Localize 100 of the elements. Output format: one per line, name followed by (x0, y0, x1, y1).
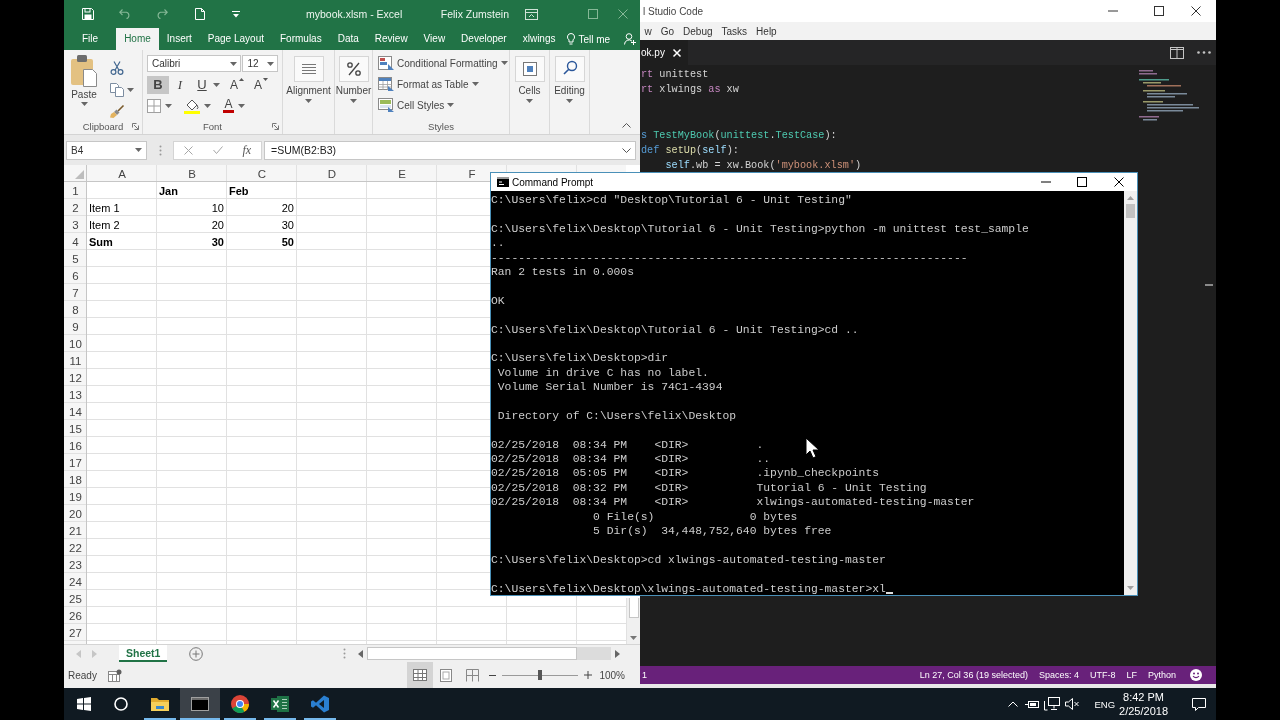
split-editor-icon[interactable] (1170, 46, 1184, 59)
row-header[interactable]: 16 (69, 439, 82, 452)
font-color-button[interactable]: A (223, 98, 234, 113)
input-language[interactable]: ENG (1094, 698, 1116, 710)
scroll-down-arrow-icon[interactable] (630, 636, 637, 640)
view-button[interactable] (407, 662, 434, 688)
styles-menu-button[interactable]: Format as Table (378, 76, 509, 92)
row-header[interactable]: 15 (69, 422, 82, 435)
save-icon[interactable] (82, 8, 94, 20)
row-header[interactable]: 3 (72, 218, 79, 231)
network-icon[interactable] (1044, 697, 1061, 711)
minus-icon[interactable] (489, 673, 497, 677)
row-header[interactable]: 9 (72, 320, 79, 333)
paste-button[interactable]: Paste (64, 54, 104, 118)
shrink-font-button[interactable]: A (254, 76, 269, 93)
status-bar-item[interactable]: LF (1126, 670, 1137, 680)
row-header[interactable]: 14 (69, 405, 82, 418)
add-person-icon[interactable] (624, 33, 636, 45)
caret-icon[interactable] (232, 10, 240, 18)
row-header[interactable]: 23 (69, 558, 82, 571)
row-header[interactable]: 6 (72, 269, 79, 282)
column-header[interactable]: E (398, 167, 406, 180)
row-header[interactable]: 26 (69, 609, 82, 622)
cells-button[interactable]: Cells (510, 54, 549, 134)
row-header[interactable]: 18 (69, 473, 82, 486)
name-box[interactable]: B4 (66, 140, 147, 160)
battery-icon[interactable] (1025, 699, 1040, 709)
column-header[interactable]: B (188, 167, 196, 180)
ribbon-display-icon[interactable] (525, 8, 538, 20)
row-header[interactable]: 12 (69, 371, 82, 384)
font-size-dropdown[interactable]: 12 (242, 55, 278, 72)
ribbon-tab[interactable]: File (74, 28, 107, 50)
vertical-dots-icon[interactable] (343, 648, 347, 659)
row-header[interactable]: 22 (69, 541, 82, 554)
scrollbar-thumb[interactable] (628, 598, 639, 618)
ribbon-tab[interactable]: Developer (453, 28, 515, 50)
row-header[interactable]: 1 (72, 184, 79, 197)
row-header[interactable]: 25 (69, 592, 82, 605)
clock-time[interactable]: 8:42 PM (1123, 690, 1164, 704)
redo-icon[interactable] (156, 9, 168, 19)
alignment-button[interactable]: Alignment (283, 54, 334, 134)
document-icon[interactable] (195, 8, 205, 20)
maximize-icon[interactable] (1154, 6, 1164, 16)
number-format-button[interactable]: Number (335, 54, 372, 134)
status-bar-item[interactable]: Ln 27, Col 36 (19 selected) (919, 670, 1028, 680)
vertical-scrollbar[interactable] (626, 598, 640, 644)
smiley-icon[interactable] (1190, 669, 1202, 681)
ribbon-tab[interactable]: View (415, 28, 454, 50)
launcher-icon[interactable] (132, 122, 139, 130)
row-header[interactable]: 27 (69, 626, 82, 639)
column-header[interactable]: A (118, 167, 126, 180)
scroll-right-arrow-icon[interactable] (615, 649, 620, 658)
check-icon[interactable] (212, 146, 223, 154)
ribbon-tab[interactable]: Data (329, 28, 367, 50)
copy-icon[interactable] (110, 83, 124, 97)
ring-icon[interactable] (114, 697, 128, 711)
notification-icon[interactable] (1192, 697, 1206, 711)
close-icon[interactable] (1191, 6, 1201, 16)
row-header[interactable]: 17 (69, 456, 82, 469)
maximize-icon[interactable] (1077, 177, 1087, 187)
menu-item[interactable]: Go (656, 25, 679, 37)
scroll-left-arrow-icon[interactable] (358, 649, 364, 658)
vertical-scrollbar[interactable] (1124, 191, 1137, 595)
zoom-level[interactable]: 100% (599, 669, 625, 681)
taskbar-button[interactable] (180, 688, 220, 720)
status-bar-item[interactable]: Spaces: 4 (1038, 670, 1079, 680)
row-header[interactable]: 11 (69, 354, 82, 367)
undo-icon[interactable] (119, 9, 131, 19)
status-bar-item[interactable]: 1 (642, 670, 647, 680)
chevron-up-icon[interactable] (622, 123, 631, 128)
font-style-button[interactable]: B (147, 75, 169, 94)
fill-bucket-icon[interactable] (184, 97, 200, 114)
clock-date[interactable]: 2/25/2018 (1119, 704, 1168, 718)
column-header[interactable]: F (468, 167, 476, 180)
column-header[interactable]: D (327, 167, 337, 180)
macro-record-icon[interactable] (107, 668, 122, 682)
close-icon[interactable] (1114, 177, 1124, 187)
editing-button[interactable]: Editing (550, 54, 589, 134)
row-header[interactable]: 19 (69, 490, 82, 503)
row-header[interactable]: 24 (69, 575, 82, 588)
ribbon-tab[interactable]: Formulas (272, 28, 330, 50)
menu-item[interactable]: Help (751, 25, 782, 37)
row-header[interactable]: 21 (69, 524, 82, 537)
font-name-dropdown[interactable]: Calibri (147, 55, 242, 72)
volume-muted-icon[interactable] (1065, 698, 1080, 710)
scrollbar-thumb[interactable] (1126, 204, 1135, 218)
insert-function-button[interactable]: fx (242, 142, 252, 158)
font-style-button[interactable]: U (191, 75, 213, 94)
row-header[interactable]: 10 (69, 337, 82, 350)
status-bar-item[interactable]: Python (1147, 670, 1176, 680)
ribbon-tab[interactable]: Insert (158, 28, 200, 50)
launcher-icon[interactable] (272, 122, 279, 130)
row-header[interactable]: 4 (72, 235, 79, 248)
ribbon-tab[interactable]: Home (116, 28, 159, 50)
plus-icon[interactable] (584, 671, 593, 679)
grow-font-button[interactable]: A (230, 76, 244, 93)
more-icon[interactable] (1197, 51, 1211, 54)
editor-tab[interactable]: ok.py (640, 40, 688, 65)
ribbon-tab[interactable]: Page Layout (199, 28, 272, 50)
row-header[interactable]: 20 (69, 507, 82, 520)
